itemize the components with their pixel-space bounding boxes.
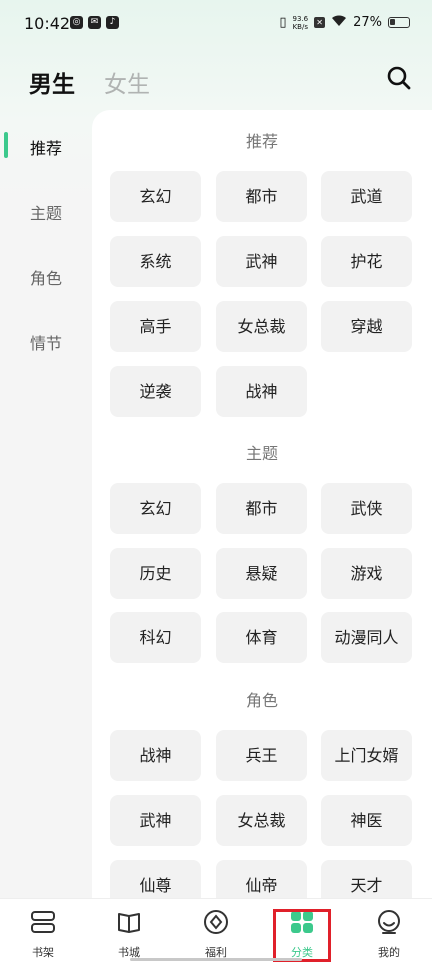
open-book-icon	[116, 909, 142, 935]
tab-female[interactable]: 女生	[104, 65, 150, 99]
nav-label: 我的	[378, 946, 400, 959]
tag-chip[interactable]: 武侠	[321, 483, 412, 534]
nav-label: 书架	[32, 946, 54, 959]
tag-chip[interactable]: 都市	[216, 483, 307, 534]
vibrate-icon: ▯	[279, 15, 287, 30]
tag-chip[interactable]: 悬疑	[216, 548, 307, 599]
sidebar-item-label: 推荐	[30, 139, 63, 158]
nav-mine[interactable]: 我的	[354, 899, 424, 964]
app-notification-icon: ◎	[70, 16, 83, 29]
header: 男生 女生	[0, 55, 432, 105]
nav-bookshelf[interactable]: 书架	[8, 899, 78, 964]
bookshelf-icon	[30, 909, 56, 935]
tag-chip[interactable]: 穿越	[321, 301, 412, 352]
sidebar-item-plot[interactable]: 情节	[0, 320, 92, 360]
tag-chip[interactable]: 都市	[216, 171, 307, 222]
tag-chip[interactable]: 高手	[110, 301, 201, 352]
tag-chip[interactable]: 武神	[110, 795, 201, 846]
tag-chip[interactable]: 游戏	[321, 548, 412, 599]
nav-bookstore[interactable]: 书城	[94, 899, 164, 964]
sim-off-icon: ✕	[314, 17, 326, 28]
tag-chip[interactable]: 兵王	[216, 730, 307, 781]
home-indicator	[130, 958, 302, 961]
tag-chip[interactable]: 体育	[216, 612, 307, 663]
section-title-role: 角色	[245, 691, 278, 710]
tag-chip[interactable]: 武神	[216, 236, 307, 287]
tag-chip[interactable]: 逆袭	[110, 366, 201, 417]
nav-welfare[interactable]: 福利	[181, 899, 251, 964]
tag-chip[interactable]: 武道	[321, 171, 412, 222]
sidebar-item-recommend[interactable]: 推荐	[0, 125, 92, 165]
tag-chip[interactable]: 神医	[321, 795, 412, 846]
tag-chip[interactable]: 天才	[321, 860, 412, 900]
network-speed: 93.6 KB/s	[292, 14, 309, 31]
tag-chip[interactable]: 女总裁	[216, 795, 307, 846]
tag-chip[interactable]: 玄幻	[110, 483, 201, 534]
tag-chip[interactable]: 历史	[110, 548, 201, 599]
active-indicator	[4, 132, 8, 158]
tag-chip[interactable]: 玄幻	[110, 171, 201, 222]
status-bar: 10:42 ◎ ✉ ♪ ▯ 93.6 KB/s ✕ 27%	[0, 0, 432, 50]
status-right: ▯ 93.6 KB/s ✕ 27%	[279, 14, 410, 31]
mail-notification-icon: ✉	[88, 16, 101, 29]
battery-icon	[388, 17, 410, 28]
search-icon[interactable]	[386, 65, 412, 91]
tag-chip[interactable]: 动漫同人	[321, 612, 412, 663]
tiktok-notification-icon: ♪	[106, 16, 119, 29]
bottom-nav: 书架 书城 福利 分类 我的	[0, 898, 432, 964]
section-title-theme: 主题	[245, 444, 278, 463]
tag-chip[interactable]: 仙帝	[216, 860, 307, 900]
tag-chip[interactable]: 女总裁	[216, 301, 307, 352]
sidebar-item-theme[interactable]: 主题	[0, 190, 92, 230]
profile-icon	[376, 909, 402, 935]
tag-chip[interactable]: 战神	[216, 366, 307, 417]
tag-chip[interactable]: 护花	[321, 236, 412, 287]
battery-percent: 27%	[353, 15, 382, 30]
tag-chip[interactable]: 系统	[110, 236, 201, 287]
status-time: 10:42	[24, 14, 71, 33]
highlight-box	[273, 909, 331, 962]
sidebar-item-label: 情节	[30, 334, 63, 353]
tab-male[interactable]: 男生	[29, 65, 75, 99]
tag-chip[interactable]: 上门女婿	[321, 730, 412, 781]
sidebar-item-role[interactable]: 角色	[0, 255, 92, 295]
tag-chip[interactable]: 仙尊	[110, 860, 201, 900]
section-title-recommend: 推荐	[245, 132, 278, 151]
tag-chip[interactable]: 战神	[110, 730, 201, 781]
wifi-icon	[331, 14, 347, 31]
tag-chip[interactable]: 科幻	[110, 612, 201, 663]
coin-icon	[203, 909, 229, 935]
sidebar-item-label: 角色	[30, 269, 63, 288]
category-panel: 推荐 玄幻 都市 武道 系统 武神 护花 高手 女总裁 穿越 逆袭 战神 主题 …	[92, 110, 432, 900]
sidebar-item-label: 主题	[30, 204, 63, 223]
